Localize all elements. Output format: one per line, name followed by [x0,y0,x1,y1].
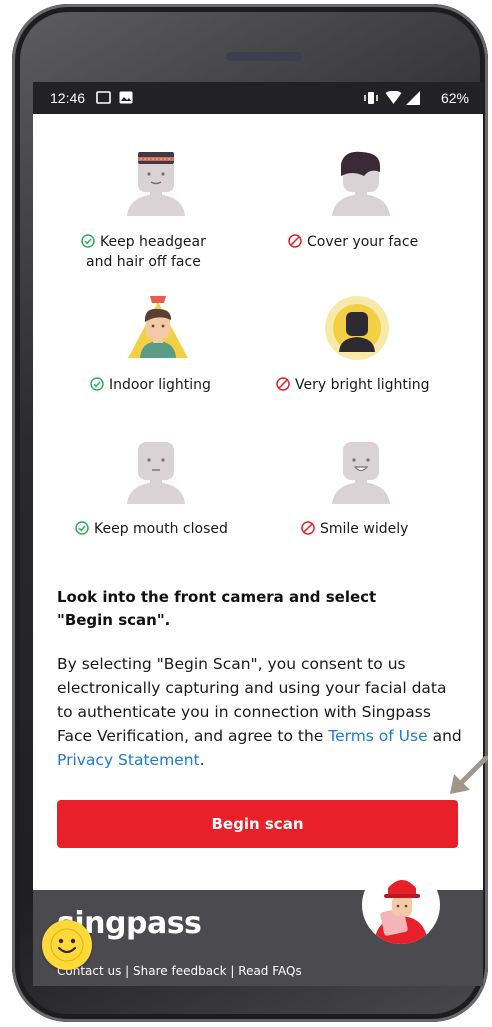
terms-of-use-link[interactable]: Terms of Use [328,727,427,745]
privacy-statement-link[interactable]: Privacy Statement [57,751,200,769]
tip-label: Cover your face [307,234,419,250]
image-icon [119,91,133,104]
tip-label: Indoor lighting [109,377,211,393]
check-circle-icon [75,521,89,535]
tip-label: Smile widely [320,521,409,537]
instruction-headline: Look into the front camera and select "B… [57,588,377,629]
tip-indoor-lighting: Indoor lighting [90,375,211,395]
tip-bright-lighting: Very bright lighting [276,375,430,395]
tip-label: Keep headgear [100,234,206,250]
prohibited-icon [276,377,290,391]
consent-text: By selecting "Begin Scan", you consent t… [57,655,462,769]
smiley-face-icon [50,928,84,962]
tip-mouth-closed: Keep mouth closed [75,519,228,539]
check-circle-icon [90,377,104,391]
avatar-bright-lighting-icon [325,296,389,360]
prohibited-icon [288,234,302,248]
status-bar: 12:46 62% [33,82,483,114]
cast-icon [96,91,111,104]
tip-label: Keep mouth closed [94,521,228,537]
status-time: 12:46 [50,90,86,106]
feedback-emoji-button[interactable] [42,920,92,970]
tip-keep-headgear: Keep headgear and hair off face [81,232,206,272]
battery-level: 62% [440,90,469,106]
avatar-smile-widely-icon [332,442,390,504]
mascot-icon [362,866,440,944]
cell-signal-icon [406,91,420,105]
tip-smile-widely: Smile widely [301,519,408,539]
footer-links[interactable]: Contact us | Share feedback | Read FAQs [57,964,302,978]
tip-label: Very bright lighting [295,377,430,393]
app-screen: 12:46 62% Keep headgear and hair off fac… [33,82,483,986]
pointer-arrow-icon [450,756,488,794]
tip-label-line2: and hair off face [86,254,201,270]
avatar-mouth-closed-icon [127,442,185,504]
vibrate-icon [364,92,378,104]
avatar-headgear-icon [127,152,185,216]
begin-scan-button[interactable]: Begin scan [57,800,458,848]
prohibited-icon [301,521,315,535]
earpiece-speaker [226,52,302,61]
avatar-indoor-lighting-icon [128,296,188,358]
avatar-covered-face-icon [332,151,390,216]
tip-cover-face: Cover your face [288,232,418,252]
wifi-icon [385,91,402,104]
check-circle-icon [81,234,95,248]
